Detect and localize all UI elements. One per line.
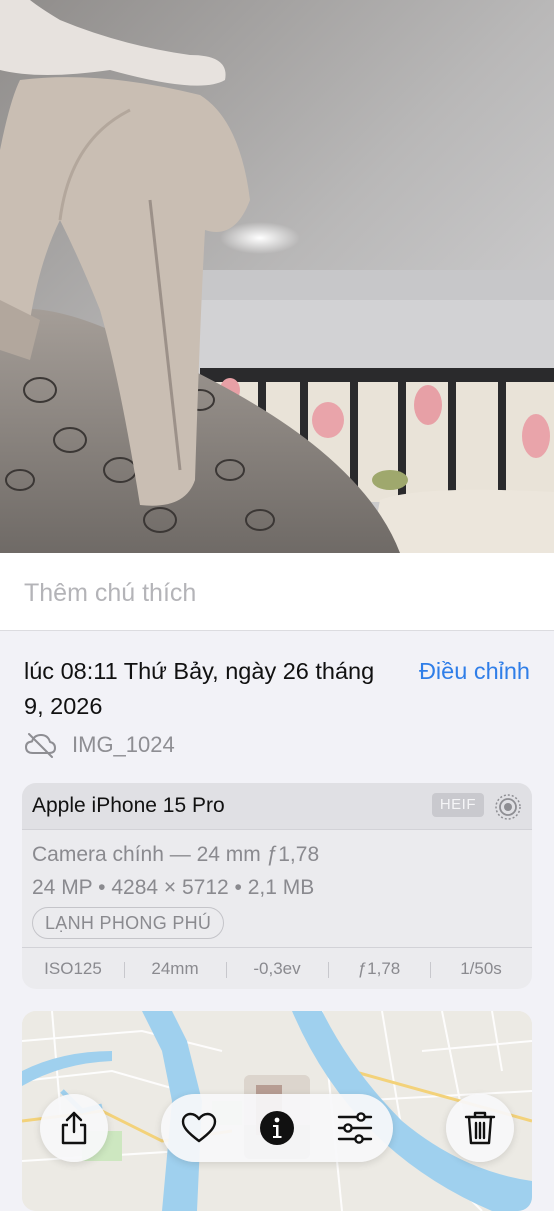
camera-header: Apple iPhone 15 Pro HEIF <box>22 783 532 830</box>
info-button[interactable] <box>253 1104 301 1152</box>
info-icon <box>260 1111 294 1145</box>
camera-info-card: Apple iPhone 15 Pro HEIF Camera chính — … <box>22 783 532 989</box>
filename-row: IMG_1024 <box>24 728 175 762</box>
photographic-style-badge: LẠNH PHONG PHÚ <box>32 907 225 939</box>
cloud-slash-icon <box>25 733 56 758</box>
adjust-sliders-icon <box>337 1112 373 1144</box>
edit-button[interactable] <box>331 1104 379 1152</box>
live-photo-icon <box>495 794 521 820</box>
image-specs: 24 MP • 4284 × 5712 • 2,1 MB <box>32 876 315 899</box>
share-icon <box>61 1111 87 1145</box>
device-name: Apple iPhone 15 Pro <box>32 794 225 817</box>
exif-iso: ISO125 <box>44 959 102 978</box>
delete-button[interactable] <box>446 1094 514 1162</box>
lens-info: Camera chính — 24 mm ƒ1,78 <box>32 843 320 866</box>
favorite-button[interactable] <box>175 1104 223 1152</box>
date-time: lúc 08:11 Thứ Bảy, ngày 26 tháng 9, 2026 <box>24 658 375 719</box>
heart-icon <box>181 1112 217 1143</box>
caption-area <box>0 553 554 631</box>
exif-row: ISO125 24mm -0,3ev ƒ1,78 1/50s <box>22 947 532 989</box>
toolbar-pill <box>161 1094 393 1162</box>
adjust-date-button[interactable]: Điều chỉnh <box>419 654 530 689</box>
photo[interactable] <box>0 0 554 553</box>
exif-shutter-speed: 1/50s <box>430 959 532 979</box>
caption-input[interactable] <box>24 575 524 611</box>
exif-aperture: ƒ1,78 <box>328 959 430 979</box>
trash-icon <box>464 1111 496 1145</box>
exif-focal-length: 24mm <box>124 959 226 979</box>
share-button[interactable] <box>40 1094 108 1162</box>
filename: IMG_1024 <box>72 732 175 757</box>
format-badge: HEIF <box>431 793 484 817</box>
exif-exposure-bias: -0,3ev <box>226 959 328 979</box>
